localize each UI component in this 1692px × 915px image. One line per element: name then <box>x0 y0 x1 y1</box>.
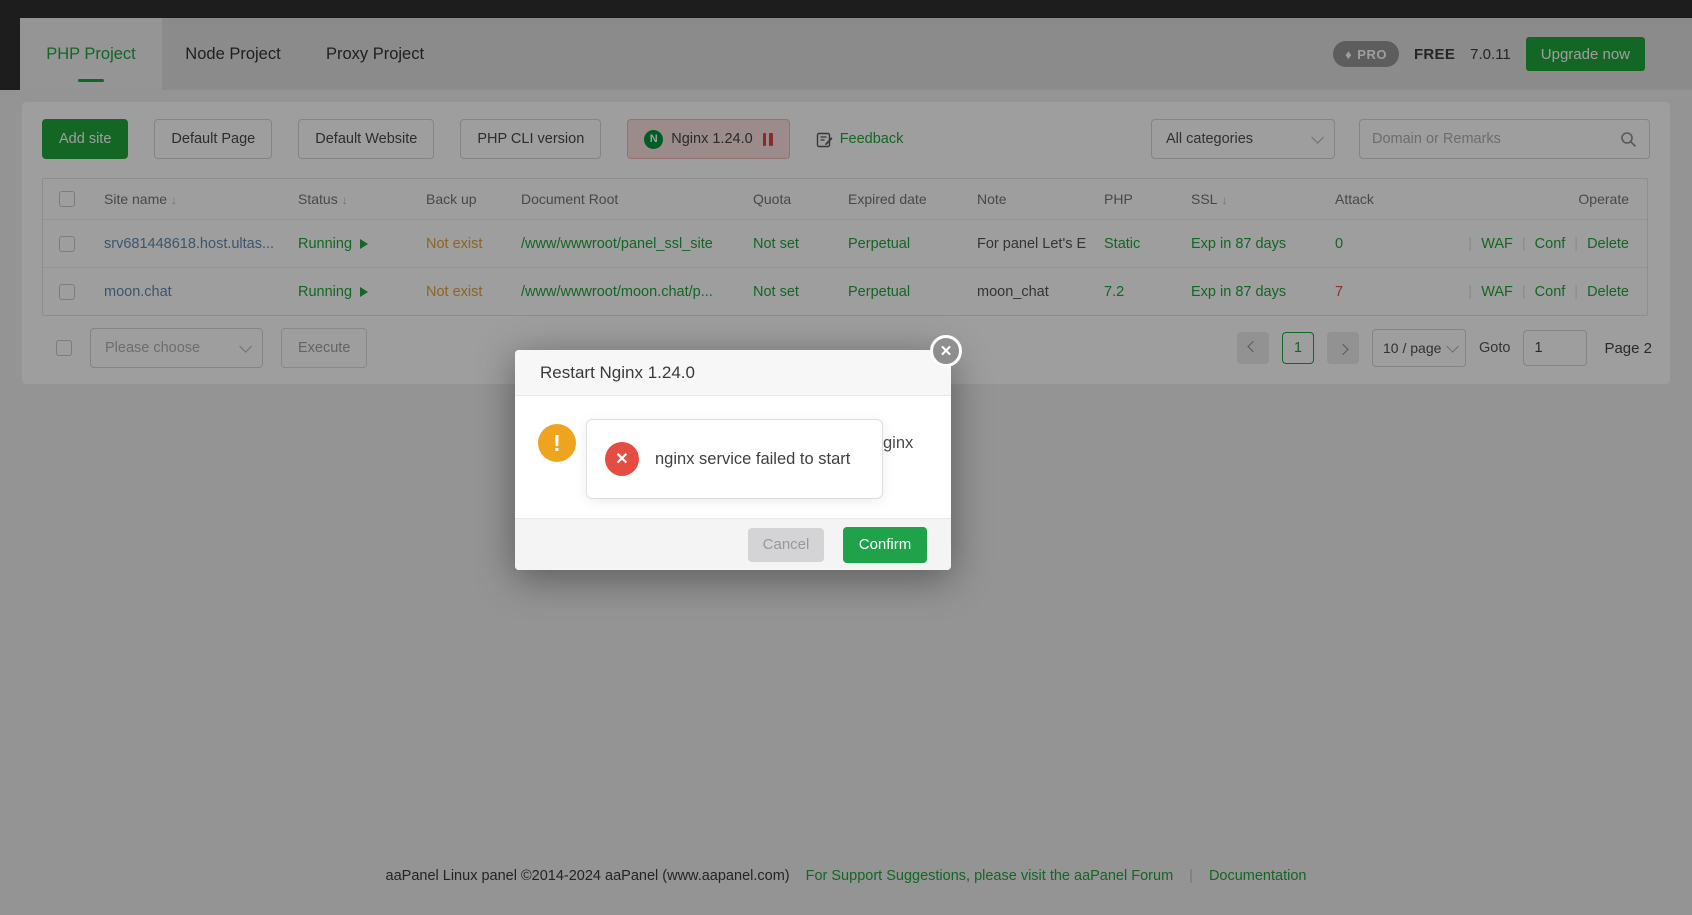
error-icon: ✕ <box>605 442 639 476</box>
close-icon: ✕ <box>939 343 953 360</box>
dialog-message-fragment: ginx <box>883 434 914 452</box>
dialog-close-button[interactable]: ✕ <box>930 335 962 367</box>
restart-nginx-dialog: Restart Nginx 1.24.0 ✕ ! ginx ✕ nginx se… <box>515 335 962 570</box>
toast-message: nginx service failed to start <box>655 449 851 468</box>
error-toast: ✕ nginx service failed to start <box>586 419 883 499</box>
page: PHP Project Node Project Proxy Project ♦… <box>0 0 1692 915</box>
dialog-header: Restart Nginx 1.24.0 <box>515 350 951 396</box>
confirm-button[interactable]: Confirm <box>843 526 927 563</box>
dialog-footer: Cancel Confirm <box>515 518 951 570</box>
warning-icon: ! <box>538 424 576 462</box>
cancel-button[interactable]: Cancel <box>748 527 824 562</box>
dialog-body: ! ginx ✕ nginx service failed to start <box>515 396 951 518</box>
dialog-title: Restart Nginx 1.24.0 <box>540 362 695 382</box>
